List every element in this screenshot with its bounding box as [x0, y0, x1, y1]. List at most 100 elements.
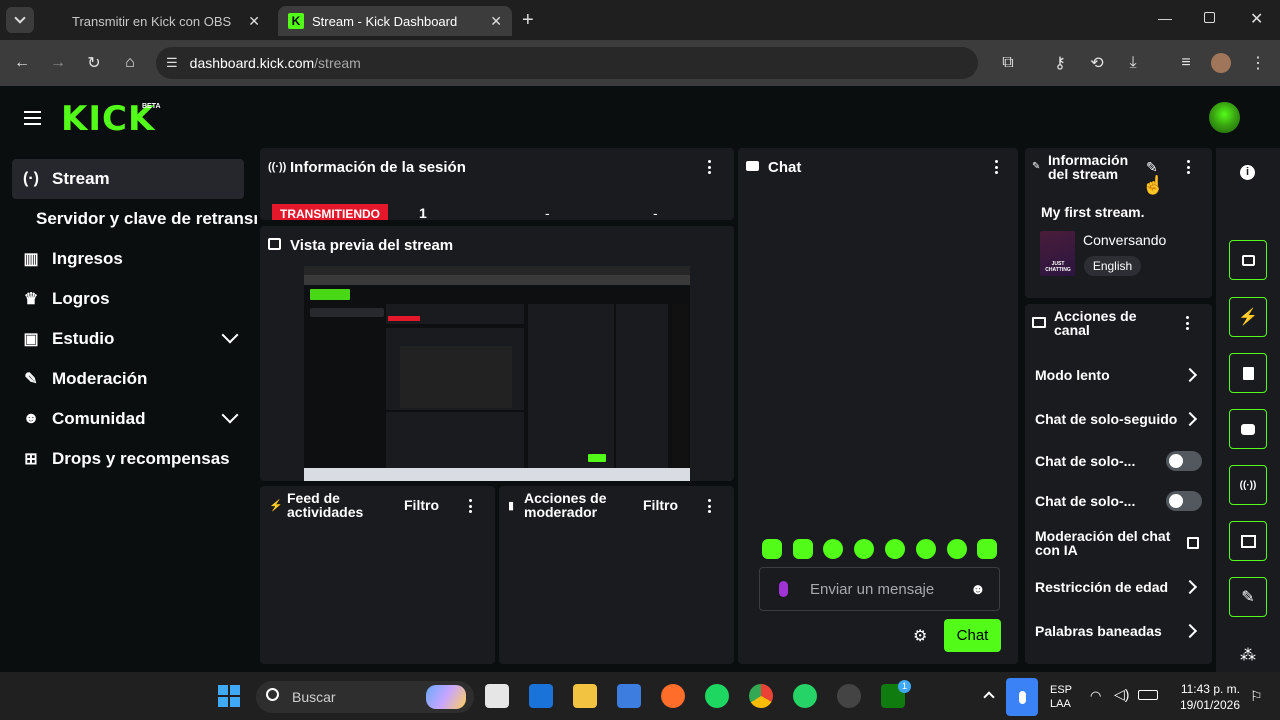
sidebar-item-comunidad[interactable]: ☻ Comunidad — [12, 399, 244, 439]
action-slow-mode[interactable]: Modo lento — [1035, 367, 1110, 383]
emote-icon[interactable] — [977, 539, 997, 559]
obs-icon[interactable] — [837, 684, 861, 708]
browser-tab-dashboard[interactable]: K Stream - Kick Dashboard ✕ — [278, 6, 512, 36]
microphone-active-button[interactable] — [1006, 678, 1038, 716]
emote-icon[interactable] — [762, 539, 782, 559]
emoji-icon[interactable]: ☻ — [970, 581, 986, 598]
moderator-filter-button[interactable]: Filtro — [643, 497, 678, 513]
emote-icon[interactable] — [916, 539, 936, 559]
new-tab-button[interactable]: + — [522, 9, 534, 32]
input-language[interactable]: ESP LAA — [1050, 683, 1072, 711]
sidebar-item-estudio[interactable]: ▣ Estudio — [12, 319, 244, 359]
chat-message-input[interactable]: Enviar un mensaje ☻ — [759, 567, 1000, 611]
address-bar[interactable]: ☰ dashboard.kick.com/stream — [156, 47, 978, 79]
hamburger-menu-icon[interactable] — [24, 111, 41, 125]
back-icon[interactable]: ← — [12, 53, 32, 73]
snipping-tool-icon[interactable] — [617, 684, 641, 708]
action-ai-moderation[interactable]: Moderación del chat con IA — [1035, 529, 1185, 557]
emote-icon[interactable] — [947, 539, 967, 559]
outlook-icon[interactable] — [529, 684, 553, 708]
action-followers-only[interactable]: Chat de solo-seguido — [1035, 411, 1180, 427]
chat-more-icon[interactable] — [995, 160, 999, 174]
notes-rail-button[interactable] — [1229, 353, 1267, 393]
chrome-icon[interactable] — [749, 684, 773, 708]
chat-send-button[interactable]: Chat — [944, 619, 1001, 652]
close-icon[interactable]: ✕ — [490, 13, 502, 30]
session-rail-button[interactable]: ((·)) — [1229, 465, 1267, 505]
extensions-icon[interactable]: ⧉ — [998, 53, 1018, 73]
toggle-switch[interactable] — [1166, 451, 1202, 471]
browser-tab-obs[interactable]: Transmitir en Kick con OBS ✕ — [56, 6, 270, 36]
maximize-button[interactable] — [1204, 12, 1215, 23]
emote-icon[interactable] — [823, 539, 843, 559]
channel-actions-icon — [1032, 317, 1046, 328]
file-explorer-icon[interactable] — [573, 684, 597, 708]
broadcast-icon: (·) — [23, 170, 39, 187]
feed-filter-button[interactable]: Filtro — [404, 497, 439, 513]
wrench-icon: ✎ — [24, 371, 38, 388]
stream-info-more-icon[interactable] — [1187, 160, 1191, 174]
firefox-icon[interactable] — [661, 684, 685, 708]
media-control-icon[interactable]: ≡ — [1176, 53, 1196, 73]
session-more-icon[interactable] — [708, 160, 712, 174]
profile-avatar[interactable] — [1211, 53, 1231, 73]
activity-rail-button[interactable]: ⚡ — [1229, 297, 1267, 337]
minimize-button[interactable]: — — [1158, 10, 1172, 26]
close-icon[interactable]: ✕ — [248, 13, 260, 30]
user-avatar[interactable] — [1209, 102, 1240, 133]
battery-icon[interactable] — [1138, 690, 1158, 700]
info-icon[interactable]: i — [1240, 165, 1255, 180]
sidebar-item-logros[interactable]: ♛ Logros — [12, 279, 244, 319]
chat-settings-gear-icon[interactable]: ⚙ — [913, 626, 927, 646]
more-menu-icon[interactable]: ⋮ — [1248, 53, 1268, 73]
home-icon[interactable]: ⌂ — [120, 53, 140, 73]
stream-preview-video[interactable] — [304, 266, 690, 481]
more-widgets-icon[interactable]: ⁂ — [1240, 645, 1256, 665]
windows-start-icon[interactable] — [218, 685, 240, 707]
preview-rail-button[interactable] — [1229, 240, 1267, 280]
live-status-badge: TRANSMITIENDO — [272, 204, 388, 220]
whatsapp-icon[interactable] — [793, 684, 817, 708]
category-name[interactable]: Conversando — [1083, 232, 1166, 248]
feed-more-icon[interactable] — [469, 499, 473, 513]
site-info-icon[interactable]: ☰ — [166, 55, 178, 71]
volume-icon[interactable]: ◁) — [1114, 686, 1129, 703]
password-key-icon[interactable]: ⚷ — [1050, 53, 1070, 73]
spotify-icon[interactable] — [705, 684, 729, 708]
trophy-icon: ♛ — [23, 291, 39, 308]
moderation-rail-button[interactable]: ✎ — [1229, 577, 1267, 617]
emote-icon[interactable] — [793, 539, 813, 559]
channel-actions-rail-button[interactable] — [1229, 521, 1267, 561]
toggle-switch[interactable] — [1166, 491, 1202, 511]
history-icon[interactable]: ⟲ — [1087, 53, 1107, 73]
people-icon: ☻ — [22, 410, 40, 427]
channel-actions-more-icon[interactable] — [1186, 316, 1190, 330]
task-view-icon[interactable] — [485, 684, 509, 708]
wifi-icon[interactable]: ◠ — [1090, 688, 1101, 704]
moderator-more-icon[interactable] — [708, 499, 712, 513]
stream-preview-title: Vista previa del stream — [290, 237, 454, 254]
notifications-icon[interactable]: ⚐ — [1250, 688, 1263, 705]
download-icon[interactable]: ⤓ — [1123, 53, 1143, 73]
sidebar-item-server-key[interactable]: Servidor y clave de retransm — [36, 199, 257, 239]
taskbar-search-box[interactable]: Buscar — [256, 681, 474, 713]
window-close-button[interactable]: ✕ — [1250, 9, 1263, 29]
sidebar-item-drops[interactable]: ⊞ Drops y recompensas — [12, 439, 244, 479]
external-link-icon[interactable] — [1187, 537, 1199, 549]
category-thumbnail[interactable]: JUST CHATTING — [1040, 231, 1075, 276]
forward-icon[interactable]: → — [48, 53, 68, 73]
system-clock[interactable]: 11:43 p. m. 19/01/2026 — [1176, 681, 1240, 713]
tab-search-button[interactable] — [6, 7, 34, 33]
microphone-icon — [1018, 690, 1026, 704]
edit-pencil-icon[interactable]: ✎ — [1146, 159, 1158, 176]
emote-icon[interactable] — [854, 539, 874, 559]
action-banned-words[interactable]: Palabras baneadas — [1035, 623, 1162, 639]
action-age-restriction[interactable]: Restricción de edad — [1035, 579, 1168, 595]
microphone-icon[interactable] — [779, 581, 788, 597]
sidebar-item-moderacion[interactable]: ✎ Moderación — [12, 359, 244, 399]
emote-icon[interactable] — [885, 539, 905, 559]
sidebar-item-ingresos[interactable]: ▥ Ingresos — [12, 239, 244, 279]
chat-rail-button[interactable] — [1229, 409, 1267, 449]
sidebar-item-stream[interactable]: (·) Stream — [12, 159, 244, 199]
reload-icon[interactable]: ↻ — [84, 53, 104, 73]
